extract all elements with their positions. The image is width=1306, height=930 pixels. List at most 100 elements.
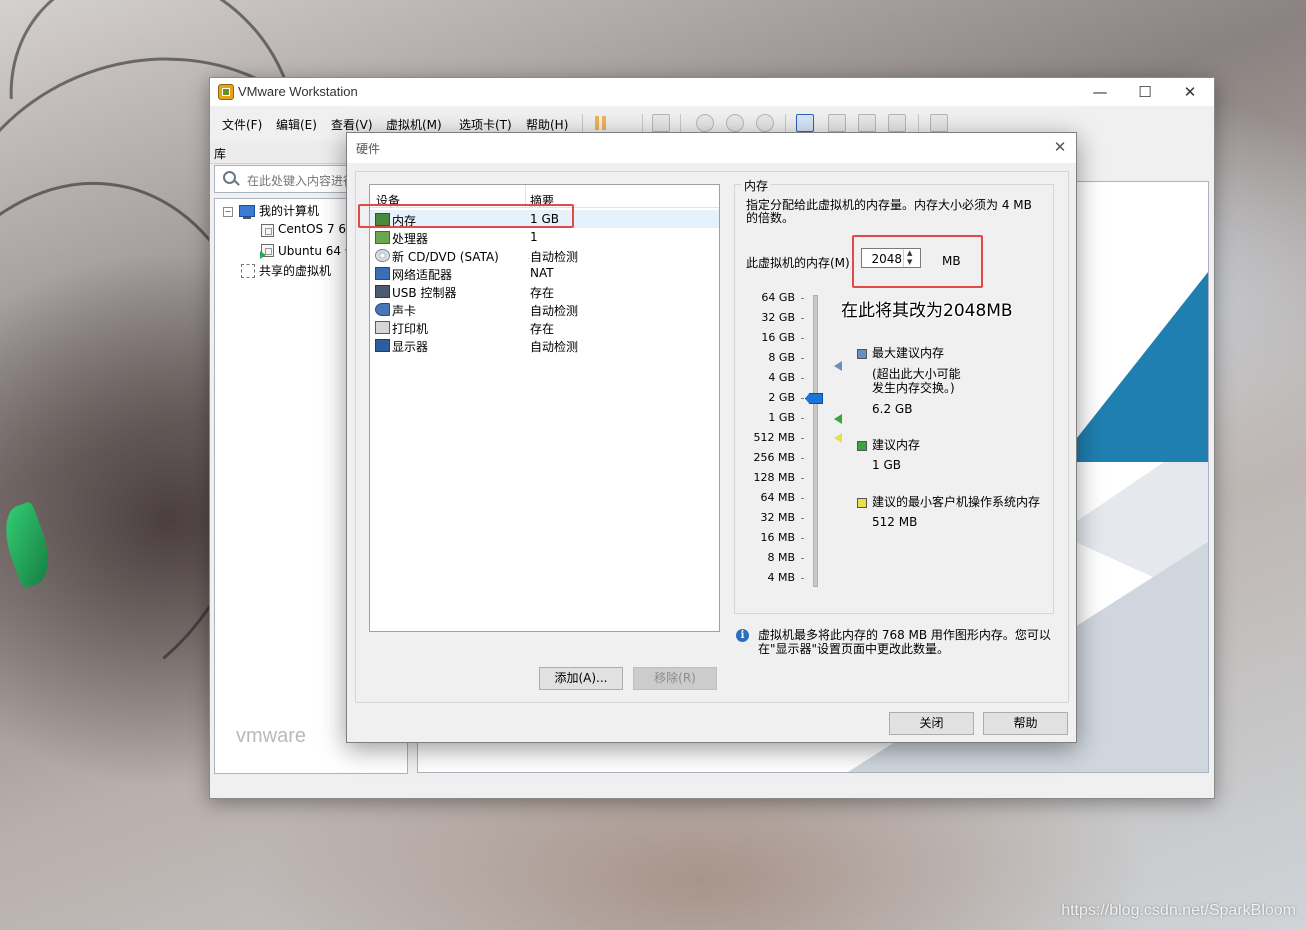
device-summary: 存在 xyxy=(530,286,555,300)
shared-vm-icon xyxy=(241,264,255,278)
menu-vm[interactable]: 虚拟机(M) xyxy=(386,116,442,133)
memory-scale-tick xyxy=(801,438,804,439)
recommended-marker-icon xyxy=(834,414,842,424)
tree-item-ubuntu[interactable]: Ubuntu 64 位 xyxy=(278,242,357,259)
memory-scale-tick xyxy=(801,518,804,519)
memory-scale-tick xyxy=(801,318,804,319)
pause-icon[interactable] xyxy=(594,116,608,130)
tree-item-shared-vms[interactable]: 共享的虚拟机 xyxy=(259,262,331,279)
tree-item-centos[interactable]: CentOS 7 64 xyxy=(278,222,354,236)
memory-scale-label: 8 GB xyxy=(768,351,795,364)
help-button[interactable]: 帮助 xyxy=(983,712,1068,735)
device-name: 新 CD/DVD (SATA) xyxy=(392,250,499,264)
dialog-title-bar: 硬件 ✕ xyxy=(347,133,1076,163)
memory-scale-tick xyxy=(801,358,804,359)
full-screen-icon[interactable] xyxy=(858,114,876,132)
maximize-button[interactable]: ☐ xyxy=(1123,80,1167,104)
close-button[interactable]: 关闭 xyxy=(889,712,974,735)
vm-icon xyxy=(261,224,274,237)
device-name: 网络适配器 xyxy=(392,268,453,282)
memory-scale-label: 16 GB xyxy=(761,331,795,344)
close-window-button[interactable]: ✕ xyxy=(1168,80,1212,104)
toolbar-separator xyxy=(680,114,681,132)
vmware-wordmark: vmware xyxy=(236,725,307,747)
memory-scale-label: 64 MB xyxy=(760,491,795,504)
device-row-cd-dvd[interactable]: 新 CD/DVD (SATA) 自动检测 xyxy=(370,246,719,264)
dialog-title: 硬件 xyxy=(356,142,381,156)
memory-scale-tick xyxy=(801,538,804,539)
annotation-highlight-memory-row xyxy=(358,204,574,228)
device-row-display[interactable]: 显示器 自动检测 xyxy=(370,336,719,354)
device-row-sound[interactable]: 声卡 自动检测 xyxy=(370,300,719,318)
menu-file[interactable]: 文件(F) xyxy=(222,116,262,133)
menu-edit[interactable]: 编辑(E) xyxy=(276,116,317,133)
device-row-network[interactable]: 网络适配器 NAT xyxy=(370,264,719,282)
memory-scale-tick xyxy=(801,418,804,419)
device-list: 设备 摘要 内存 1 GB 处理器 1 新 CD/DVD (SATA) 自动检测 xyxy=(369,184,720,632)
memory-scale-tick xyxy=(801,498,804,499)
memory-scale-label: 128 MB xyxy=(753,471,795,484)
unity-icon[interactable] xyxy=(888,114,906,132)
memory-scale-tick xyxy=(801,298,804,299)
display-icon xyxy=(375,339,390,352)
info-icon: i xyxy=(736,629,749,642)
send-ctrl-alt-del-icon[interactable] xyxy=(652,114,670,132)
vmware-logo-icon xyxy=(218,84,234,100)
computer-icon xyxy=(239,205,255,219)
tree-item-my-computer[interactable]: 我的计算机 xyxy=(259,202,319,219)
console-view-icon[interactable] xyxy=(930,114,948,132)
max-recommended-note-1: (超出此大小可能 xyxy=(872,367,961,381)
memory-scale-tick xyxy=(801,558,804,559)
memory-scale-tick xyxy=(801,578,804,579)
device-summary: 自动检测 xyxy=(530,340,579,354)
memory-group-title: 内存 xyxy=(741,177,772,194)
annotation-highlight-memory-input xyxy=(852,235,983,288)
memory-scale-label: 4 GB xyxy=(768,371,795,384)
processor-icon xyxy=(375,231,390,244)
memory-slider-thumb[interactable] xyxy=(805,393,823,404)
device-summary: 1 xyxy=(530,230,538,244)
toolbar-separator xyxy=(918,114,919,132)
device-row-usb[interactable]: USB 控制器 存在 xyxy=(370,282,719,300)
memory-description: 指定分配给此虚拟机的内存量。内存大小必须为 4 MB 的倍数。 xyxy=(746,198,1032,225)
snapshot-icon[interactable] xyxy=(696,114,714,132)
snapshot-manager-icon[interactable] xyxy=(756,114,774,132)
memory-size-label: 此虚拟机的内存(M) xyxy=(746,256,850,270)
menu-view[interactable]: 查看(V) xyxy=(331,116,373,133)
min-recommended-swatch-icon xyxy=(857,498,867,508)
recommended-value: 1 GB xyxy=(872,458,901,472)
show-library-icon[interactable] xyxy=(796,114,814,132)
dialog-close-icon[interactable]: ✕ xyxy=(1050,137,1070,157)
device-summary: 存在 xyxy=(530,322,555,336)
collapse-icon[interactable]: − xyxy=(223,207,233,217)
device-summary: 自动检测 xyxy=(530,250,579,264)
memory-slider-track[interactable] xyxy=(813,295,818,587)
memory-scale-label: 256 MB xyxy=(753,451,795,464)
usb-icon xyxy=(375,285,390,298)
memory-scale-label: 8 MB xyxy=(767,551,795,564)
memory-scale-label: 512 MB xyxy=(753,431,795,444)
thumbnail-bar-icon[interactable] xyxy=(828,114,846,132)
minimize-button[interactable]: — xyxy=(1078,80,1122,104)
memory-scale-label: 2 GB xyxy=(768,391,795,404)
recommended-swatch-icon xyxy=(857,441,867,451)
menu-help[interactable]: 帮助(H) xyxy=(526,116,568,133)
annotation-text: 在此将其改为2048MB xyxy=(841,301,1013,321)
menu-tabs[interactable]: 选项卡(T) xyxy=(459,116,512,133)
max-recommended-title: 最大建议内存 xyxy=(872,346,945,360)
memory-scale-label: 64 GB xyxy=(761,291,795,304)
memory-scale-tick xyxy=(801,458,804,459)
memory-scale-tick xyxy=(801,378,804,379)
device-row-processor[interactable]: 处理器 1 xyxy=(370,228,719,246)
revert-snapshot-icon[interactable] xyxy=(726,114,744,132)
memory-scale-label: 32 MB xyxy=(760,511,795,524)
add-device-button[interactable]: 添加(A)... xyxy=(539,667,623,690)
remove-device-button[interactable]: 移除(R) xyxy=(633,667,717,690)
toolbar-separator xyxy=(582,114,583,132)
decor-shape xyxy=(1058,272,1208,462)
network-adapter-icon xyxy=(375,267,390,280)
max-recommended-note-2: 发生内存交换。) xyxy=(872,381,955,395)
memory-scale-tick xyxy=(801,478,804,479)
device-row-printer[interactable]: 打印机 存在 xyxy=(370,318,719,336)
max-recommended-swatch-icon xyxy=(857,349,867,359)
